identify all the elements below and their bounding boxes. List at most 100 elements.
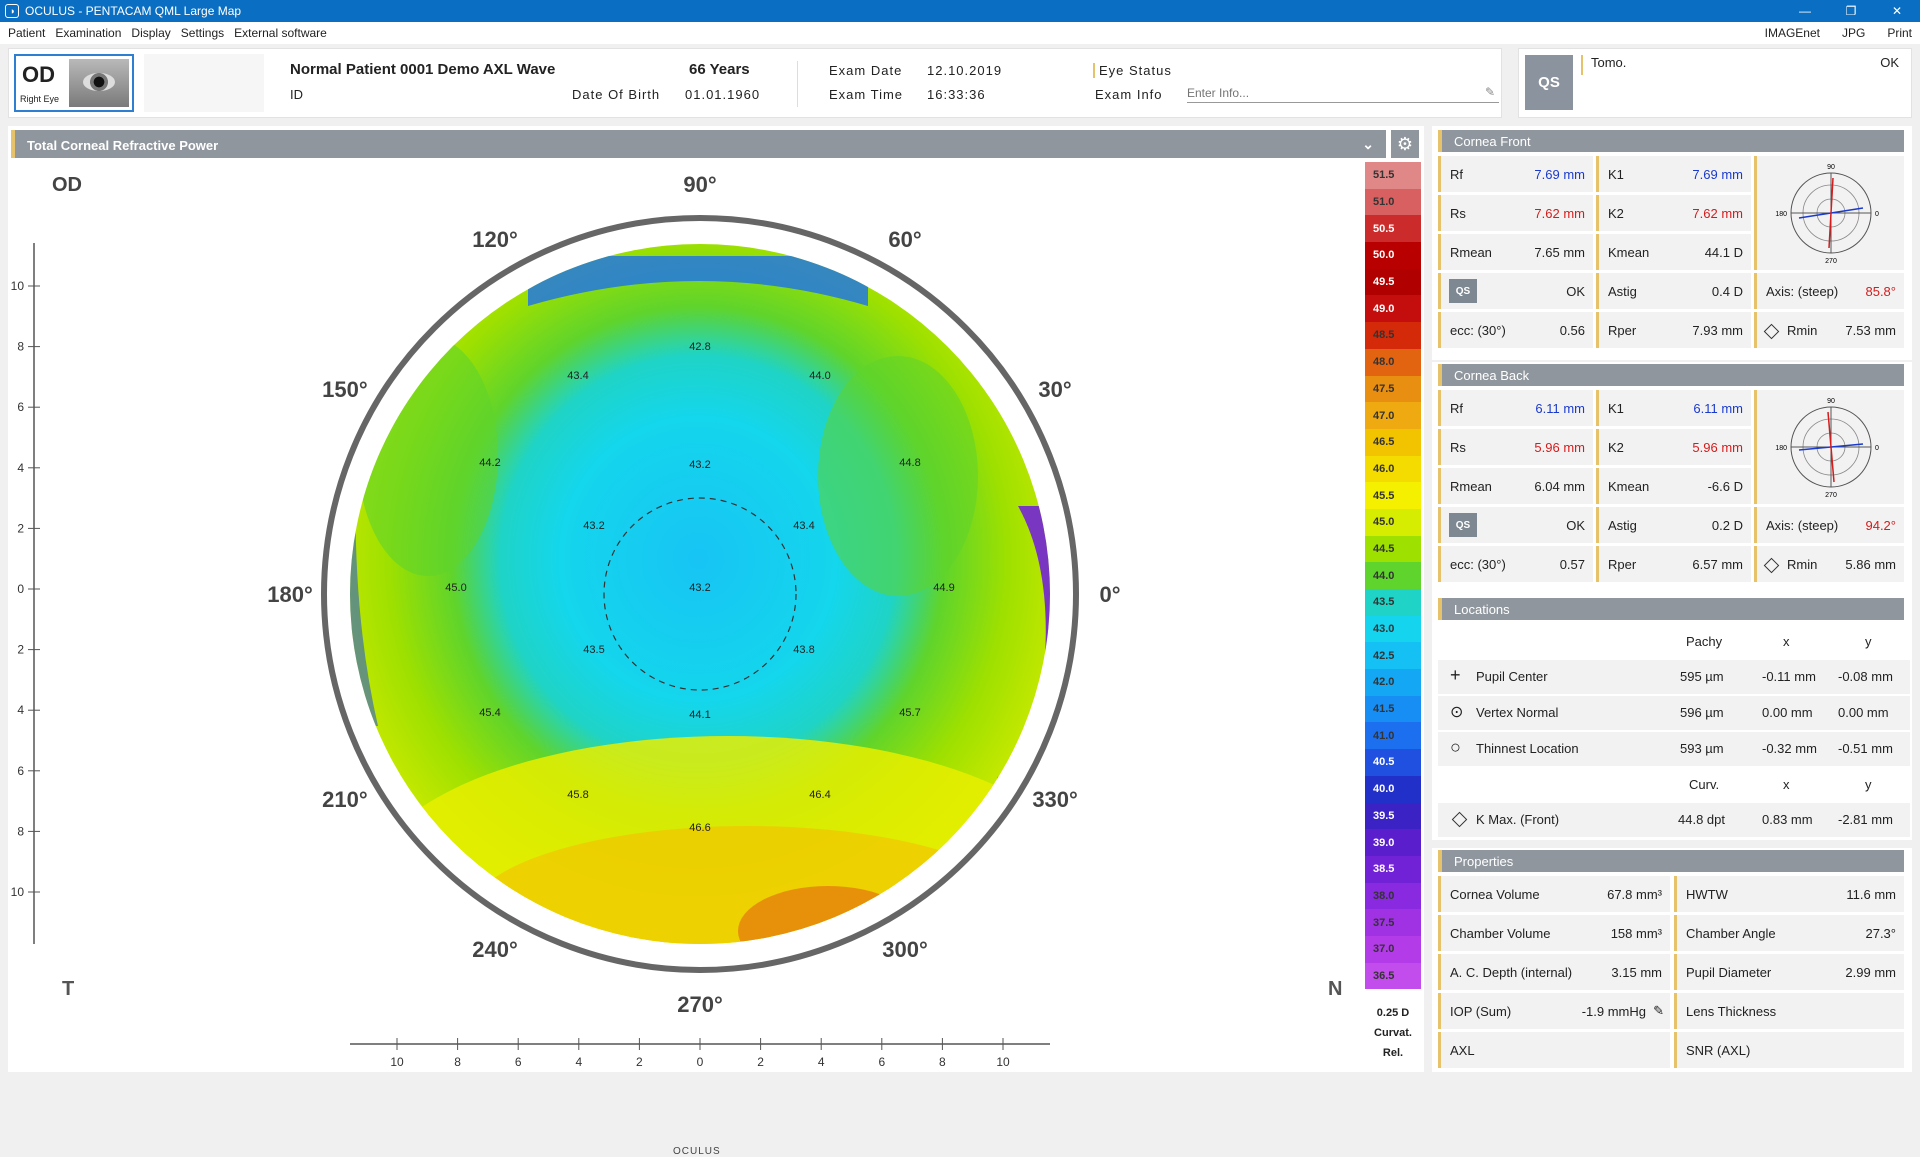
ruler-tick-label: 2 xyxy=(757,1055,764,1069)
window-controls: — ❐ ✕ xyxy=(1782,0,1920,22)
menu-display[interactable]: Display xyxy=(131,26,172,40)
cf-rf-value: 7.69 mm xyxy=(1534,167,1585,182)
location-curv: 44.8 dpt xyxy=(1678,812,1725,827)
scale-cell: 39.5 xyxy=(1365,802,1421,830)
cb-kmean-value: -6.6 D xyxy=(1707,479,1743,494)
cf-kmean-label: Kmean xyxy=(1608,245,1650,260)
eye-selector[interactable]: OD Right Eye xyxy=(14,54,134,112)
map-panel: Total Corneal Refractive Power ⌄ ⚙ OD T … xyxy=(8,126,1424,1157)
eye-photo-icon xyxy=(69,59,129,107)
angle-label: 90° xyxy=(683,172,716,197)
ruler-tick-label: 4 xyxy=(818,1055,825,1069)
maximize-button[interactable]: ❐ xyxy=(1828,0,1874,22)
cf-astig-label: Astig xyxy=(1608,284,1637,299)
exam-date-value: 12.10.2019 xyxy=(927,63,1003,78)
menu-patient[interactable]: Patient xyxy=(8,26,47,40)
map-value-label: 44.2 xyxy=(479,457,500,469)
scale-cell: 51.5 xyxy=(1365,162,1421,189)
cb-axis-value: 94.2° xyxy=(1865,518,1896,533)
cf-rs-label: Rs xyxy=(1450,206,1466,221)
exam-time-label: Exam Time xyxy=(829,87,904,102)
cf-k2-label: K2 xyxy=(1608,206,1624,221)
cornea-back-panel: Cornea Back Rf 6.11 mm K1 6.11 mm Rs 5.96 m… xyxy=(1432,362,1912,596)
scale-cell: 38.5 xyxy=(1365,855,1421,883)
scale-cell: 43.5 xyxy=(1365,589,1421,616)
dial-label-270: 270 xyxy=(1825,258,1837,265)
exam-info-input[interactable] xyxy=(1187,83,1499,103)
cornea-back-title: Cornea Back xyxy=(1438,364,1904,386)
cf-rmin-label: Rmin xyxy=(1787,323,1818,338)
menu-bar: Patient Examination Display Settings Ext… xyxy=(0,22,1920,44)
cf-rf-label: Rf xyxy=(1450,167,1463,182)
map-value-label: 45.7 xyxy=(899,707,920,719)
location-row-pupil-center[interactable]: + Pupil Center 595 µm -0.11 mm -0.08 mm xyxy=(1438,660,1910,694)
scale-mode-rel[interactable]: Rel. xyxy=(1365,1043,1421,1063)
pencil-icon[interactable]: ✎ xyxy=(1485,85,1495,99)
prop-label: SNR (AXL) xyxy=(1686,1043,1751,1058)
loc-header-x: x xyxy=(1783,634,1790,649)
map-value-label: 43.2 xyxy=(689,459,710,471)
prop-label: Pupil Diameter xyxy=(1686,965,1772,980)
scale-cell: 47.5 xyxy=(1365,375,1421,403)
patient-name: Normal Patient 0001 Demo AXL Wave xyxy=(290,61,556,78)
menu-print[interactable]: Print xyxy=(1887,26,1914,40)
qs-button[interactable]: QS xyxy=(1525,55,1573,110)
cf-rper-value: 7.93 mm xyxy=(1692,323,1743,338)
left-ruler-ticks: 10 8 6 4 2 0 2 4 6 8 10 xyxy=(11,279,40,899)
menu-examination[interactable]: Examination xyxy=(55,26,123,40)
location-row-vertex-normal[interactable]: ⊙ Vertex Normal 596 µm 0.00 mm 0.00 mm xyxy=(1438,696,1910,730)
scale-cell: 51.0 xyxy=(1365,188,1421,216)
prop-value: 2.99 mm xyxy=(1845,965,1896,980)
ruler-tick-label: 8 xyxy=(939,1055,946,1069)
scale-cell: 41.0 xyxy=(1365,722,1421,750)
location-pachy: 595 µm xyxy=(1680,669,1724,684)
location-pachy: 593 µm xyxy=(1680,741,1724,756)
window-titlebar: ◑ OCULUS - PENTACAM QML Large Map — ❐ ✕ xyxy=(0,0,1920,22)
cb-qs-button[interactable]: QS xyxy=(1449,513,1477,537)
close-button[interactable]: ✕ xyxy=(1874,0,1920,22)
location-label: Pupil Center xyxy=(1476,669,1548,684)
cb-rmin-value: 5.86 mm xyxy=(1845,557,1896,572)
menu-external-software[interactable]: External software xyxy=(234,26,329,40)
cb-rf-label: Rf xyxy=(1450,401,1463,416)
cf-axis-dial: 90 180 0 270 xyxy=(1754,156,1904,270)
scale-cell: 44.0 xyxy=(1365,562,1421,589)
plus-icon: + xyxy=(1450,665,1461,685)
location-y: 0.00 mm xyxy=(1838,705,1889,720)
cb-rper-label: Rper xyxy=(1608,557,1637,572)
menu-jpg[interactable]: JPG xyxy=(1842,26,1867,40)
location-label: Vertex Normal xyxy=(1476,705,1559,720)
map-value-label: 44.9 xyxy=(933,582,954,594)
map-value-label: 43.4 xyxy=(567,370,588,382)
cf-qs-button[interactable]: QS xyxy=(1449,279,1477,303)
cf-k2-value: 7.62 mm xyxy=(1692,206,1743,221)
minimize-button[interactable]: — xyxy=(1782,0,1828,22)
scale-cell: 43.0 xyxy=(1365,615,1421,643)
ruler-tick-label: 6 xyxy=(17,400,24,414)
cb-axis-dial: 90 180 0 270 xyxy=(1754,390,1904,504)
location-row-thinnest[interactable]: ○ Thinnest Location 593 µm -0.32 mm -0.5… xyxy=(1438,732,1910,766)
map-value-label: 44.1 xyxy=(689,709,710,721)
cb-astig-value: 0.2 D xyxy=(1711,518,1743,533)
scale-mode-curvat[interactable]: Curvat. xyxy=(1365,1023,1421,1043)
location-row-kmax[interactable]: K Max. (Front) 44.8 dpt 0.83 mm -2.81 mm xyxy=(1438,803,1910,837)
menu-right: IMAGEnet JPG Print xyxy=(1745,22,1914,44)
location-y: -0.51 mm xyxy=(1838,741,1893,756)
scale-cell: 48.5 xyxy=(1365,322,1421,349)
cb-k2-label: K2 xyxy=(1608,440,1624,455)
cb-axis-label: Axis: (steep) xyxy=(1766,518,1839,533)
location-label: K Max. (Front) xyxy=(1476,812,1560,827)
scale-step[interactable]: 0.25 D xyxy=(1365,1003,1421,1023)
pencil-icon[interactable]: ✎ xyxy=(1653,1003,1664,1019)
angle-label: 180° xyxy=(267,582,313,607)
menu-settings[interactable]: Settings xyxy=(181,26,226,40)
patient-id-label: ID xyxy=(290,87,303,102)
prop-label: IOP (Sum) xyxy=(1450,1004,1512,1019)
menu-imagenet[interactable]: IMAGEnet xyxy=(1765,26,1822,40)
cb-k1-label: K1 xyxy=(1608,401,1624,416)
prop-value: 67.8 mm³ xyxy=(1607,887,1662,902)
angle-label: 60° xyxy=(888,227,921,252)
patient-photo-placeholder xyxy=(144,54,264,112)
ruler-tick-label: 2 xyxy=(17,643,24,657)
ruler-tick-label: 10 xyxy=(11,279,25,293)
